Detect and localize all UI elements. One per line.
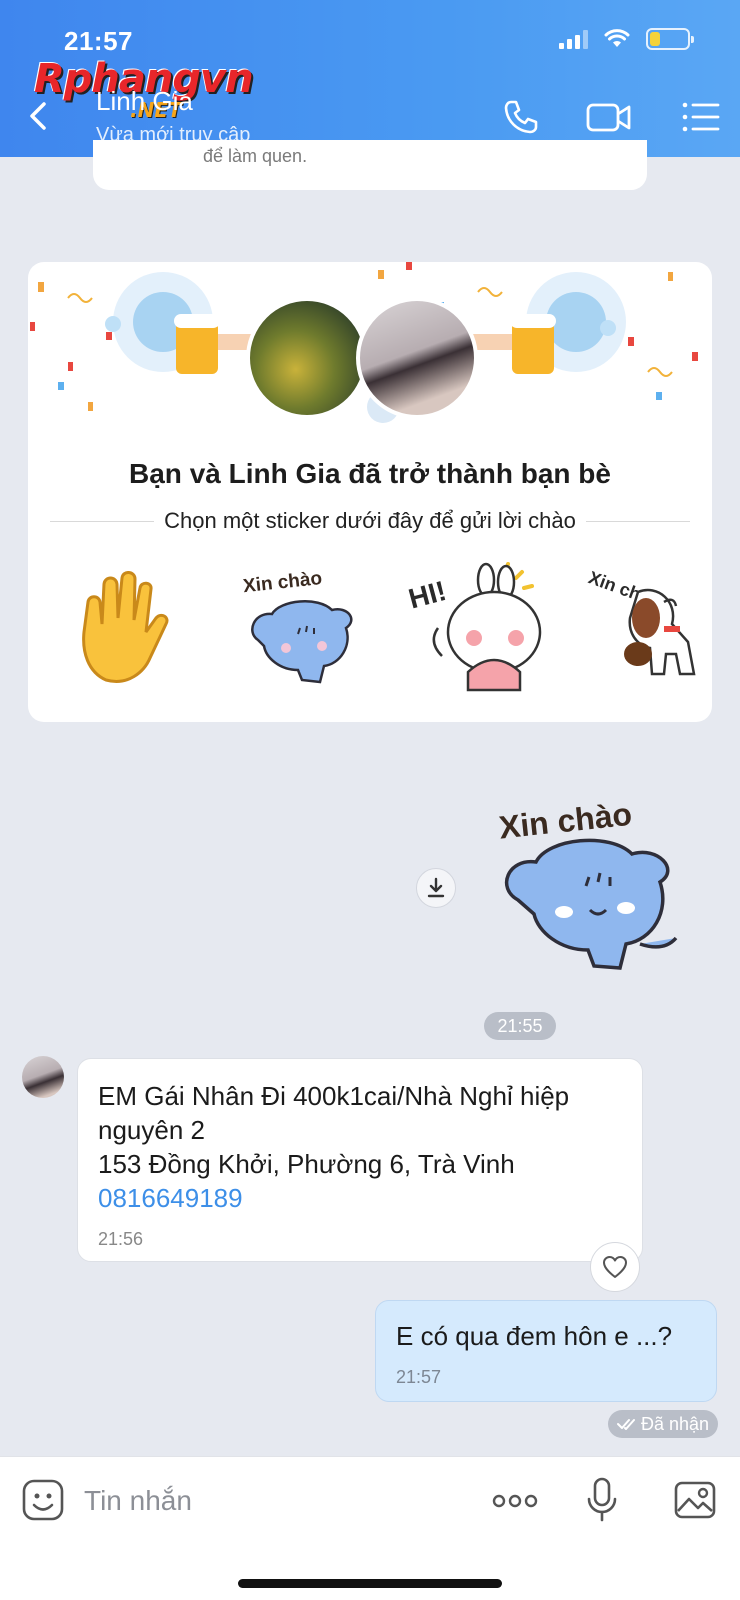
- wifi-icon: [604, 29, 630, 47]
- card-title: Bạn và Linh Gia đã trở thành bạn bè: [129, 458, 611, 489]
- microphone-icon: [587, 1477, 617, 1522]
- card-subtitle: Chọn một sticker dưới đây để gửi lời chà…: [164, 508, 576, 533]
- message-time: 21:57: [396, 1367, 442, 1387]
- status-bar-time: 21:57: [64, 26, 133, 56]
- xin-chao-dog-sticker[interactable]: Xin chào: [568, 562, 712, 692]
- back-button[interactable]: [24, 96, 54, 136]
- cellular-signal-icon: [559, 29, 588, 49]
- double-check-icon: [616, 1419, 635, 1430]
- status-icons: [559, 28, 694, 50]
- back-icon: [30, 102, 46, 130]
- chat-menu-button[interactable]: [676, 94, 726, 140]
- message-line: EM Gái Nhân Đi 400k1cai/Nhà Nghỉ hiệp ng…: [98, 1081, 570, 1145]
- sticker-label: Xin chào: [242, 568, 323, 597]
- contact-name[interactable]: Linh Gia: [96, 86, 193, 117]
- phone-number-link[interactable]: 0816649189: [98, 1181, 628, 1215]
- time-divider: 21:55: [484, 1012, 556, 1040]
- video-call-button[interactable]: [584, 94, 634, 140]
- divider: [50, 520, 155, 522]
- previous-card-fragment: để làm quen.: [93, 140, 647, 190]
- home-indicator[interactable]: [238, 1579, 502, 1588]
- download-button[interactable]: [416, 868, 456, 908]
- chat-header: 21:57 Rphangvn .NET Linh Gia Vừa mới tru…: [0, 0, 740, 157]
- hi-bunny-sticker[interactable]: HI!: [398, 562, 548, 692]
- delivery-status-badge: Đã nhận: [608, 1410, 718, 1438]
- incoming-message-bubble[interactable]: EM Gái Nhân Đi 400k1cai/Nhà Nghỉ hiệp ng…: [77, 1058, 643, 1262]
- battery-icon: [646, 28, 694, 50]
- more-options-button[interactable]: [490, 1487, 540, 1515]
- emoji-icon: [22, 1479, 64, 1521]
- image-icon: [674, 1481, 716, 1519]
- download-icon: [427, 877, 445, 898]
- incoming-message-text: EM Gái Nhân Đi 400k1cai/Nhà Nghỉ hiệp ng…: [98, 1079, 628, 1215]
- friendship-card: Bạn và Linh Gia đã trở thành bạn bè Chọn…: [28, 262, 712, 722]
- outgoing-message-bubble[interactable]: E có qua đem hôn e ...? 21:57: [375, 1300, 717, 1402]
- message-input-bar: [0, 1456, 740, 1600]
- xin-chao-cat-sticker[interactable]: Xin chào: [228, 562, 378, 692]
- outgoing-message-text: E có qua đem hôn e ...?: [396, 1321, 673, 1351]
- voice-record-button[interactable]: [584, 1475, 620, 1525]
- heart-icon: [603, 1256, 627, 1278]
- menu-icon: [682, 102, 720, 132]
- more-dots-icon: [492, 1494, 538, 1508]
- user-avatar: [246, 297, 368, 419]
- waving-hand-sticker[interactable]: [58, 562, 208, 692]
- message-input[interactable]: [84, 1479, 444, 1523]
- video-camera-icon: [586, 103, 631, 132]
- sticker-label: HI!: [405, 575, 449, 615]
- message-line: 153 Đồng Khởi, Phường 6, Trà Vinh: [98, 1149, 515, 1179]
- delivery-status-text: Đã nhận: [640, 1413, 710, 1434]
- card-subtitle-row: Chọn một sticker dưới đây để gửi lời chà…: [50, 508, 690, 534]
- sticker-label: Xin chào: [497, 796, 633, 846]
- sender-avatar[interactable]: [22, 1056, 64, 1098]
- message-time: 21:56: [98, 1229, 144, 1249]
- phone-icon: [504, 100, 538, 134]
- emoji-button[interactable]: [20, 1477, 66, 1523]
- previous-card-text: để làm quen.: [203, 146, 308, 166]
- friend-avatar: [356, 297, 478, 419]
- divider: [585, 520, 690, 522]
- sent-xin-chao-sticker[interactable]: Xin chào: [490, 782, 710, 992]
- voice-call-button[interactable]: [496, 94, 546, 140]
- photo-button[interactable]: [672, 1477, 718, 1523]
- react-button[interactable]: [590, 1242, 640, 1292]
